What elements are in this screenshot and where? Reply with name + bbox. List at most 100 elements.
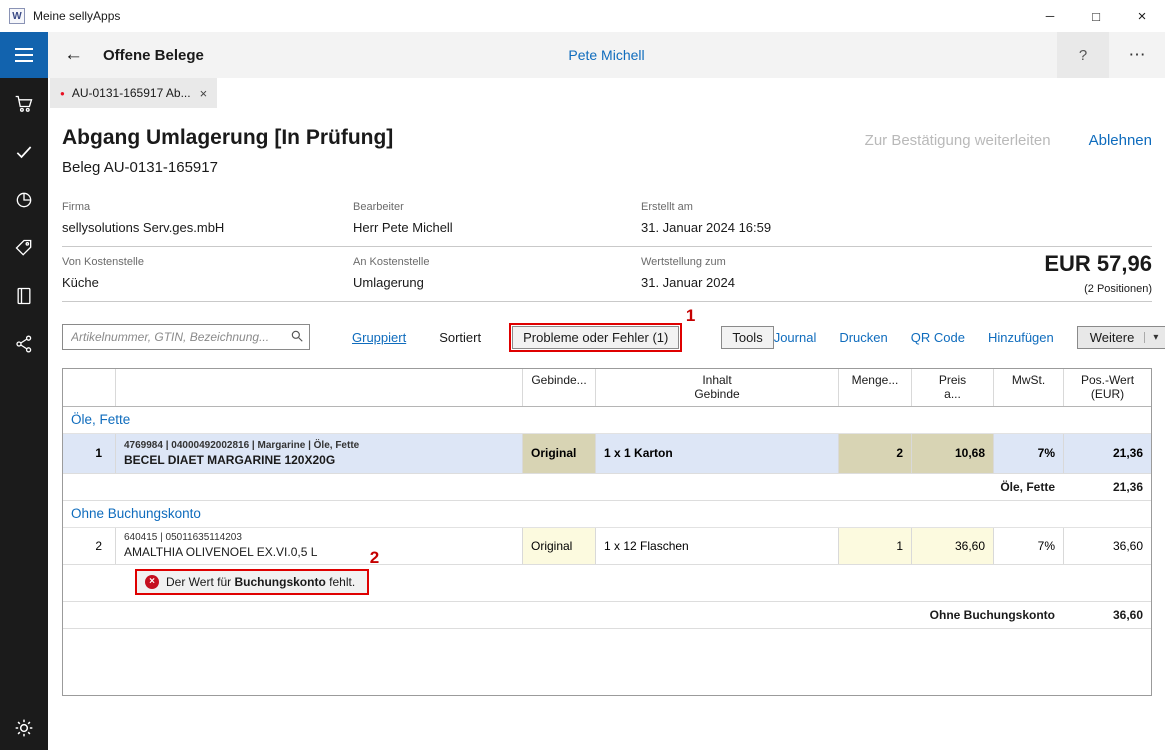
field-von-kostenstelle: Von Kostenstelle Küche xyxy=(62,247,353,302)
document-tab[interactable]: ● AU-0131-165917 Ab... × xyxy=(50,78,217,108)
document-header: Abgang Umlagerung [In Prüfung] Zur Bestä… xyxy=(62,126,1152,150)
row-inhalt[interactable]: 1 x 1 Karton xyxy=(595,434,838,473)
document-number: Beleg AU-0131-165917 xyxy=(62,159,1152,176)
header-inhalt-gebinde[interactable]: InhaltGebinde xyxy=(595,369,838,406)
back-icon[interactable]: ← xyxy=(64,44,83,66)
row-inhalt[interactable]: 1 x 12 Flaschen xyxy=(595,528,838,564)
tag-icon[interactable] xyxy=(14,238,34,258)
table-header-row: Gebinde... InhaltGebinde Menge... Preisa… xyxy=(63,369,1151,407)
annotation-number-1: 1 xyxy=(686,306,695,326)
total-positions: (2 Positionen) xyxy=(1084,283,1152,295)
toolbar: Gruppiert Sortiert Probleme oder Fehler … xyxy=(62,322,1152,352)
row-meta: 640415 | 05011635114203 xyxy=(124,532,242,543)
row-menge[interactable]: 1 xyxy=(838,528,911,564)
print-link[interactable]: Drucken xyxy=(839,330,887,345)
subtotal-value: 21,36 xyxy=(1063,474,1151,500)
row-menge[interactable]: 2 xyxy=(838,434,911,473)
field-value: 31. Januar 2024 xyxy=(641,275,918,290)
row-position: 1 xyxy=(63,434,115,473)
table-empty-area xyxy=(63,629,1151,695)
row-mwst[interactable]: 7% xyxy=(993,434,1063,473)
field-value: 31. Januar 2024 16:59 xyxy=(641,220,918,235)
current-user[interactable]: Pete Michell xyxy=(568,47,644,63)
total-amount: EUR 57,96 xyxy=(1044,251,1152,277)
app-window: W Meine sellyApps ─ □ × xyxy=(0,0,1165,750)
group-header[interactable]: Ohne Buchungskonto xyxy=(63,501,1151,528)
row-meta: 4769984 | 04000492002816 | Margarine | Ö… xyxy=(124,440,359,451)
tab-close-icon[interactable]: × xyxy=(200,86,208,101)
error-text-prefix: Der Wert für xyxy=(166,575,234,589)
sorted-toggle[interactable]: Sortiert xyxy=(439,330,481,345)
page-title: Offene Belege xyxy=(103,47,204,64)
minimize-button[interactable]: ─ xyxy=(1027,0,1073,32)
check-icon[interactable] xyxy=(14,142,34,162)
qr-code-link[interactable]: QR Code xyxy=(911,330,965,345)
journal-link[interactable]: Journal xyxy=(774,330,817,345)
table-row[interactable]: 2 640415 | 05011635114203 AMALTHIA OLIVE… xyxy=(63,528,1151,565)
toolbar-links: Journal Drucken QR Code Hinzufügen Weite… xyxy=(774,326,1165,349)
unsaved-dot-icon: ● xyxy=(60,89,65,98)
pie-chart-icon[interactable] xyxy=(14,190,34,210)
book-icon[interactable] xyxy=(14,286,34,306)
tools-button[interactable]: Tools xyxy=(721,326,773,349)
grouped-toggle[interactable]: Gruppiert xyxy=(352,330,406,345)
header-pos-wert[interactable]: Pos.-Wert(EUR) xyxy=(1063,369,1151,406)
topbar-actions: ? ⋯ xyxy=(1057,32,1165,78)
header-menge[interactable]: Menge... xyxy=(838,369,911,406)
sidebar xyxy=(0,32,48,750)
forward-for-approval-action[interactable]: Zur Bestätigung weiterleiten xyxy=(865,132,1051,149)
problems-errors-button[interactable]: Probleme oder Fehler (1) xyxy=(512,326,679,349)
cart-icon[interactable] xyxy=(14,94,34,114)
document-title: Abgang Umlagerung [In Prüfung] xyxy=(62,126,393,150)
chevron-down-icon: ▾ xyxy=(1144,332,1158,343)
window-title: Meine sellyApps xyxy=(33,9,120,23)
more-dropdown-label: Weitere xyxy=(1090,330,1135,345)
annotation-box-2: × Der Wert für Buchungskonto fehlt. 2 xyxy=(135,569,369,595)
subtotal-label: Ohne Buchungskonto xyxy=(63,602,1063,628)
field-value: sellysolutions Serv.ges.mbH xyxy=(62,220,341,235)
field-label: Bearbeiter xyxy=(353,201,629,213)
row-gebinde[interactable]: Original xyxy=(522,528,595,564)
header-preis[interactable]: Preisa... xyxy=(911,369,993,406)
field-firma: Firma sellysolutions Serv.ges.mbH xyxy=(62,192,353,247)
field-label: Firma xyxy=(62,201,341,213)
row-wert: 36,60 xyxy=(1063,528,1151,564)
row-wert: 21,36 xyxy=(1063,434,1151,473)
row-preis[interactable]: 10,68 xyxy=(911,434,993,473)
field-label: Von Kostenstelle xyxy=(62,256,341,268)
search-input[interactable] xyxy=(62,324,310,350)
more-options-button[interactable]: ⋯ xyxy=(1109,32,1165,78)
close-button[interactable]: × xyxy=(1119,0,1165,32)
header-description xyxy=(115,369,522,406)
error-text-field: Buchungskonto xyxy=(234,575,325,589)
document-content: Abgang Umlagerung [In Prüfung] Zur Bestä… xyxy=(48,110,1165,750)
table-row[interactable]: 1 4769984 | 04000492002816 | Margarine |… xyxy=(63,434,1151,474)
add-link[interactable]: Hinzufügen xyxy=(988,330,1054,345)
row-error: × Der Wert für Buchungskonto fehlt. 2 xyxy=(63,565,1151,602)
sidebar-icons xyxy=(14,78,34,354)
row-mwst[interactable]: 7% xyxy=(993,528,1063,564)
share-icon[interactable] xyxy=(14,334,34,354)
document-actions: Zur Bestätigung weiterleiten Ablehnen xyxy=(865,126,1152,149)
group-subtotal-row: Ohne Buchungskonto 36,60 xyxy=(63,602,1151,629)
menu-icon[interactable] xyxy=(0,32,48,78)
subtotal-label: Öle, Fette xyxy=(63,474,1063,500)
more-dropdown-button[interactable]: Weitere ▾ xyxy=(1077,326,1165,349)
help-button[interactable]: ? xyxy=(1057,32,1109,78)
group-subtotal-row: Öle, Fette 21,36 xyxy=(63,474,1151,501)
window-controls: ─ □ × xyxy=(1027,0,1165,32)
field-value: Umlagerung xyxy=(353,275,629,290)
row-gebinde[interactable]: Original xyxy=(522,434,595,473)
header-mwst[interactable]: MwSt. xyxy=(993,369,1063,406)
field-label: An Kostenstelle xyxy=(353,256,629,268)
header-gebinde[interactable]: Gebinde... xyxy=(522,369,595,406)
gear-icon[interactable] xyxy=(14,718,34,738)
field-label: Wertstellung zum xyxy=(641,256,918,268)
header-pos xyxy=(63,369,115,406)
document-fields: Firma sellysolutions Serv.ges.mbH Bearbe… xyxy=(62,192,1152,302)
group-header[interactable]: Öle, Fette xyxy=(63,407,1151,434)
row-description: 640415 | 05011635114203 AMALTHIA OLIVENO… xyxy=(115,528,522,564)
maximize-button[interactable]: □ xyxy=(1073,0,1119,32)
reject-action[interactable]: Ablehnen xyxy=(1089,132,1152,149)
row-preis[interactable]: 36,60 xyxy=(911,528,993,564)
